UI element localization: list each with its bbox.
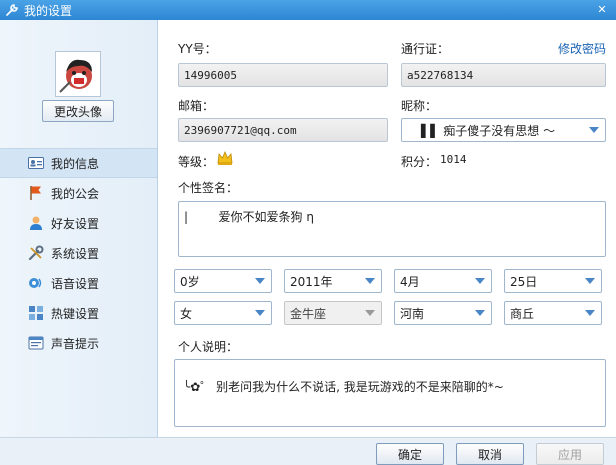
chevron-down-icon	[585, 278, 595, 284]
signature-label: 个性签名：	[178, 181, 239, 195]
sidebar-item-hotkey-settings[interactable]: 热键设置	[0, 298, 157, 328]
chevron-down-icon	[365, 278, 375, 284]
hotkey-icon	[28, 305, 44, 321]
sidebar-item-label: 我的信息	[51, 156, 100, 171]
window-title: 我的设置	[24, 3, 73, 18]
nickname-label: 昵称：	[401, 99, 438, 113]
description-label: 个人说明：	[178, 340, 239, 354]
yy-label: YY号：	[178, 42, 217, 56]
sidebar-item-my-info[interactable]: 我的信息	[0, 148, 157, 178]
email-label: 邮箱：	[178, 99, 215, 113]
birth-year-select[interactable]: 2011年	[284, 269, 382, 293]
signature-text: | 爱你不如爱条狗 η	[184, 210, 314, 224]
sidebar-item-label: 声音提示	[51, 336, 100, 351]
chevron-down-icon	[475, 278, 485, 284]
friend-icon	[28, 215, 44, 231]
city-value: 商丘	[510, 306, 535, 321]
chevron-down-icon	[365, 310, 375, 316]
passport-field: a522768134	[401, 63, 606, 87]
sidebar-nav: 我的信息 我的公会 好友设置 系统设置 语音设置 热键设置 声音提示	[0, 148, 157, 358]
zodiac-value: 金牛座	[290, 306, 327, 321]
sidebar-item-label: 系统设置	[51, 246, 100, 261]
month-value: 4月	[400, 274, 420, 289]
signature-input[interactable]: | 爱你不如爱条狗 η	[178, 201, 606, 257]
city-select[interactable]: 商丘	[504, 301, 602, 325]
nickname-value: ▌▌ 痴子傻子没有思想 ～	[421, 123, 556, 138]
chevron-down-icon	[585, 310, 595, 316]
birth-day-select[interactable]: 25日	[504, 269, 602, 293]
zodiac-select: 金牛座	[284, 301, 382, 325]
main-panel: YY号： 14996005 通行证： 修改密码 a522768134 邮箱： 2…	[158, 20, 616, 437]
points-value: 1014	[440, 153, 467, 166]
description-text: ╰✿゜ 别老问我为什么不说话, 我是玩游戏的不是来陪聊的*~	[183, 380, 504, 394]
crown-icon	[217, 150, 233, 169]
sidebar-item-label: 热键设置	[51, 306, 100, 321]
chevron-down-icon	[255, 278, 265, 284]
flag-icon	[28, 185, 44, 201]
year-value: 2011年	[290, 274, 333, 289]
sidebar-item-my-guild[interactable]: 我的公会	[0, 178, 157, 208]
nickname-select[interactable]: ▌▌ 痴子傻子没有思想 ～	[401, 118, 606, 142]
sidebar-item-system-settings[interactable]: 系统设置	[0, 238, 157, 268]
sidebar-item-label: 语音设置	[51, 276, 100, 291]
yy-number-field: 14996005	[178, 63, 388, 87]
sidebar-item-label: 我的公会	[51, 186, 100, 201]
sidebar-item-voice-settings[interactable]: 语音设置	[0, 268, 157, 298]
passport-label: 通行证：	[401, 42, 450, 56]
cancel-button[interactable]: 取消	[456, 443, 524, 465]
avatar	[55, 51, 101, 97]
gender-value: 女	[180, 306, 193, 321]
id-card-icon	[28, 155, 44, 171]
gender-select[interactable]: 女	[174, 301, 272, 325]
description-input[interactable]: ╰✿゜ 别老问我为什么不说话, 我是玩游戏的不是来陪聊的*~	[174, 359, 606, 427]
title-bar: 我的设置 ✕	[0, 0, 616, 20]
change-avatar-button[interactable]: 更改头像	[42, 100, 114, 122]
email-field: 2396907721@qq.com	[178, 118, 388, 142]
day-value: 25日	[510, 274, 538, 289]
birth-month-select[interactable]: 4月	[394, 269, 492, 293]
sidebar-item-label: 好友设置	[51, 216, 100, 231]
voice-icon	[28, 275, 44, 291]
chevron-down-icon	[255, 310, 265, 316]
sound-icon	[28, 335, 44, 351]
ok-button[interactable]: 确定	[376, 443, 444, 465]
level-label: 等级：	[178, 155, 215, 169]
chevron-down-icon	[589, 127, 599, 133]
wrench-icon	[4, 2, 20, 18]
close-icon[interactable]: ✕	[588, 0, 616, 18]
province-value: 河南	[400, 306, 425, 321]
sidebar-item-friend-settings[interactable]: 好友设置	[0, 208, 157, 238]
sidebar: 更改头像 我的信息 我的公会 好友设置 系统设置 语音设置 热键设置 声音提示	[0, 20, 158, 437]
province-select[interactable]: 河南	[394, 301, 492, 325]
sidebar-item-sound-alerts[interactable]: 声音提示	[0, 328, 157, 358]
change-password-link[interactable]: 修改密码	[558, 40, 606, 57]
age-select[interactable]: 0岁	[174, 269, 272, 293]
apply-button: 应用	[536, 443, 604, 465]
age-value: 0岁	[180, 274, 200, 289]
tools-icon	[28, 245, 44, 261]
chevron-down-icon	[475, 310, 485, 316]
points-label: 积分：	[401, 155, 438, 169]
